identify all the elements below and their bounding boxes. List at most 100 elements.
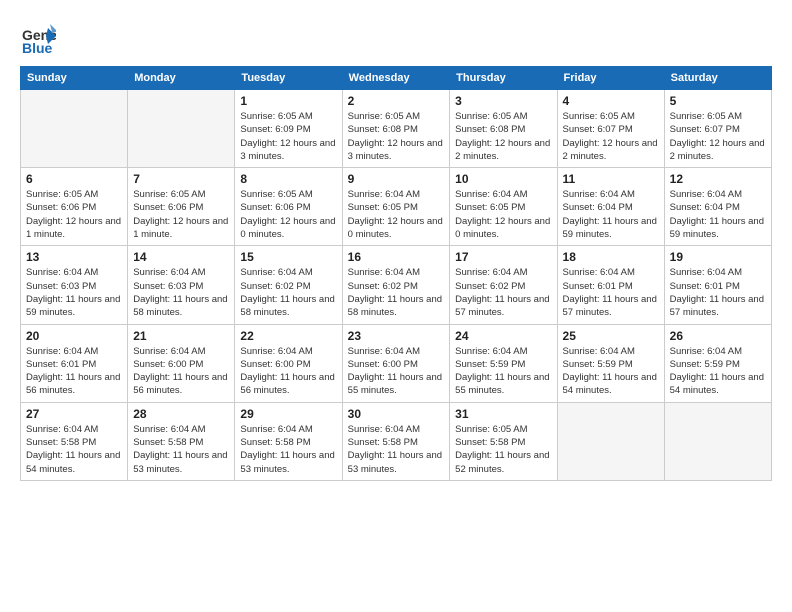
calendar-cell	[128, 90, 235, 168]
day-number: 3	[455, 94, 551, 108]
calendar-cell: 4 Sunrise: 6:05 AM Sunset: 6:07 PM Daylig…	[557, 90, 664, 168]
day-info: Sunrise: 6:04 AM Sunset: 5:58 PM Dayligh…	[26, 423, 122, 476]
calendar-cell: 30 Sunrise: 6:04 AM Sunset: 5:58 PM Dayli…	[342, 402, 450, 480]
calendar-cell: 19 Sunrise: 6:04 AM Sunset: 6:01 PM Dayli…	[664, 246, 771, 324]
day-number: 13	[26, 250, 122, 264]
day-info: Sunrise: 6:04 AM Sunset: 6:00 PM Dayligh…	[133, 345, 229, 398]
calendar-cell: 5 Sunrise: 6:05 AM Sunset: 6:07 PM Daylig…	[664, 90, 771, 168]
day-info: Sunrise: 6:05 AM Sunset: 6:08 PM Dayligh…	[348, 110, 445, 163]
day-info: Sunrise: 6:04 AM Sunset: 6:04 PM Dayligh…	[563, 188, 659, 241]
day-info: Sunrise: 6:04 AM Sunset: 6:04 PM Dayligh…	[670, 188, 766, 241]
day-info: Sunrise: 6:04 AM Sunset: 6:02 PM Dayligh…	[348, 266, 445, 319]
day-info: Sunrise: 6:04 AM Sunset: 5:58 PM Dayligh…	[240, 423, 336, 476]
calendar-cell: 10 Sunrise: 6:04 AM Sunset: 6:05 PM Dayli…	[450, 168, 557, 246]
day-number: 6	[26, 172, 122, 186]
calendar-cell: 18Sunrise: 6:04 AM Sunset: 6:01 PM Dayli…	[557, 246, 664, 324]
day-info: Sunrise: 6:04 AM Sunset: 6:05 PM Dayligh…	[348, 188, 445, 241]
calendar-cell: 25 Sunrise: 6:04 AM Sunset: 5:59 PM Dayli…	[557, 324, 664, 402]
day-number: 5	[670, 94, 766, 108]
calendar-cell: 27 Sunrise: 6:04 AM Sunset: 5:58 PM Dayli…	[21, 402, 128, 480]
day-number: 30	[348, 407, 445, 421]
day-number: 10	[455, 172, 551, 186]
day-of-week-header: Tuesday	[235, 67, 342, 90]
day-number: 25	[563, 329, 659, 343]
calendar-cell: 23 Sunrise: 6:04 AM Sunset: 6:00 PM Dayli…	[342, 324, 450, 402]
day-number: 24	[455, 329, 551, 343]
day-info: Sunrise: 6:04 AM Sunset: 5:58 PM Dayligh…	[348, 423, 445, 476]
day-info: Sunrise: 6:05 AM Sunset: 6:06 PM Dayligh…	[240, 188, 336, 241]
calendar-cell: 9 Sunrise: 6:04 AM Sunset: 6:05 PM Daylig…	[342, 168, 450, 246]
day-info: Sunrise: 6:05 AM Sunset: 6:07 PM Dayligh…	[563, 110, 659, 163]
day-info: Sunrise: 6:04 AM Sunset: 5:59 PM Dayligh…	[563, 345, 659, 398]
day-info: Sunrise: 6:04 AM Sunset: 6:01 PM Dayligh…	[670, 266, 766, 319]
day-info: Sunrise: 6:04 AM Sunset: 6:05 PM Dayligh…	[455, 188, 551, 241]
calendar-cell	[664, 402, 771, 480]
day-info: Sunrise: 6:05 AM Sunset: 6:06 PM Dayligh…	[26, 188, 122, 241]
calendar-cell: 13Sunrise: 6:04 AM Sunset: 6:03 PM Dayli…	[21, 246, 128, 324]
day-info: Sunrise: 6:04 AM Sunset: 5:58 PM Dayligh…	[133, 423, 229, 476]
calendar-cell: 26 Sunrise: 6:04 AM Sunset: 5:59 PM Dayli…	[664, 324, 771, 402]
day-number: 2	[348, 94, 445, 108]
page-header: General Blue	[20, 20, 772, 56]
day-number: 9	[348, 172, 445, 186]
logo: General Blue	[20, 20, 56, 56]
day-info: Sunrise: 6:04 AM Sunset: 6:03 PM Dayligh…	[133, 266, 229, 319]
calendar-cell: 15 Sunrise: 6:04 AM Sunset: 6:02 PM Dayli…	[235, 246, 342, 324]
day-info: Sunrise: 6:05 AM Sunset: 5:58 PM Dayligh…	[455, 423, 551, 476]
day-number: 28	[133, 407, 229, 421]
day-info: Sunrise: 6:04 AM Sunset: 5:59 PM Dayligh…	[455, 345, 551, 398]
calendar-cell: 31Sunrise: 6:05 AM Sunset: 5:58 PM Dayli…	[450, 402, 557, 480]
calendar-cell: 11Sunrise: 6:04 AM Sunset: 6:04 PM Dayli…	[557, 168, 664, 246]
day-number: 8	[240, 172, 336, 186]
calendar-cell: 16 Sunrise: 6:04 AM Sunset: 6:02 PM Dayli…	[342, 246, 450, 324]
day-number: 23	[348, 329, 445, 343]
day-of-week-header: Monday	[128, 67, 235, 90]
day-number: 1	[240, 94, 336, 108]
day-info: Sunrise: 6:04 AM Sunset: 6:00 PM Dayligh…	[348, 345, 445, 398]
day-of-week-header: Thursday	[450, 67, 557, 90]
calendar-cell: 24 Sunrise: 6:04 AM Sunset: 5:59 PM Dayli…	[450, 324, 557, 402]
calendar-cell: 7 Sunrise: 6:05 AM Sunset: 6:06 PM Daylig…	[128, 168, 235, 246]
day-number: 19	[670, 250, 766, 264]
calendar-cell: 1 Sunrise: 6:05 AM Sunset: 6:09 PM Daylig…	[235, 90, 342, 168]
day-number: 16	[348, 250, 445, 264]
day-number: 7	[133, 172, 229, 186]
day-info: Sunrise: 6:04 AM Sunset: 6:02 PM Dayligh…	[455, 266, 551, 319]
calendar-cell: 21 Sunrise: 6:04 AM Sunset: 6:00 PM Dayli…	[128, 324, 235, 402]
day-info: Sunrise: 6:04 AM Sunset: 6:01 PM Dayligh…	[26, 345, 122, 398]
calendar-cell: 2 Sunrise: 6:05 AM Sunset: 6:08 PM Daylig…	[342, 90, 450, 168]
day-of-week-header: Friday	[557, 67, 664, 90]
day-info: Sunrise: 6:05 AM Sunset: 6:06 PM Dayligh…	[133, 188, 229, 241]
calendar-cell	[21, 90, 128, 168]
day-info: Sunrise: 6:05 AM Sunset: 6:08 PM Dayligh…	[455, 110, 551, 163]
calendar-cell: 12 Sunrise: 6:04 AM Sunset: 6:04 PM Dayli…	[664, 168, 771, 246]
calendar: SundayMondayTuesdayWednesdayThursdayFrid…	[20, 66, 772, 481]
calendar-cell: 14 Sunrise: 6:04 AM Sunset: 6:03 PM Dayli…	[128, 246, 235, 324]
day-of-week-header: Saturday	[664, 67, 771, 90]
day-info: Sunrise: 6:04 AM Sunset: 5:59 PM Dayligh…	[670, 345, 766, 398]
day-number: 26	[670, 329, 766, 343]
day-number: 21	[133, 329, 229, 343]
day-info: Sunrise: 6:04 AM Sunset: 6:02 PM Dayligh…	[240, 266, 336, 319]
day-info: Sunrise: 6:05 AM Sunset: 6:07 PM Dayligh…	[670, 110, 766, 163]
calendar-cell	[557, 402, 664, 480]
calendar-cell: 3 Sunrise: 6:05 AM Sunset: 6:08 PM Daylig…	[450, 90, 557, 168]
day-number: 12	[670, 172, 766, 186]
calendar-cell: 28 Sunrise: 6:04 AM Sunset: 5:58 PM Dayli…	[128, 402, 235, 480]
day-number: 22	[240, 329, 336, 343]
calendar-cell: 17 Sunrise: 6:04 AM Sunset: 6:02 PM Dayli…	[450, 246, 557, 324]
calendar-cell: 22 Sunrise: 6:04 AM Sunset: 6:00 PM Dayli…	[235, 324, 342, 402]
day-number: 15	[240, 250, 336, 264]
calendar-cell: 20Sunrise: 6:04 AM Sunset: 6:01 PM Dayli…	[21, 324, 128, 402]
day-number: 29	[240, 407, 336, 421]
day-of-week-header: Wednesday	[342, 67, 450, 90]
day-of-week-header: Sunday	[21, 67, 128, 90]
day-number: 27	[26, 407, 122, 421]
calendar-cell: 29 Sunrise: 6:04 AM Sunset: 5:58 PM Dayli…	[235, 402, 342, 480]
day-number: 14	[133, 250, 229, 264]
day-number: 17	[455, 250, 551, 264]
day-number: 4	[563, 94, 659, 108]
logo-icon: General Blue	[20, 20, 56, 56]
day-info: Sunrise: 6:04 AM Sunset: 6:00 PM Dayligh…	[240, 345, 336, 398]
day-info: Sunrise: 6:05 AM Sunset: 6:09 PM Dayligh…	[240, 110, 336, 163]
